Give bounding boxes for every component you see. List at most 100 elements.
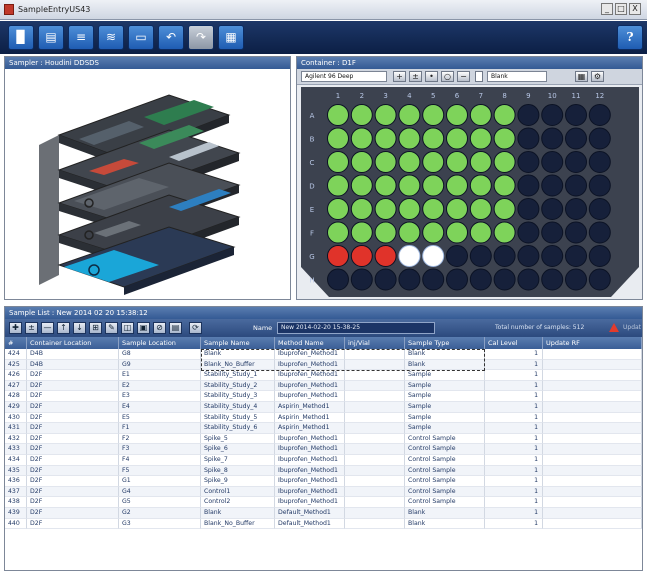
- plate-well-G1[interactable]: [327, 245, 349, 267]
- table-row[interactable]: 439 D2F G2 Blank Default_Method1 Blank 1: [5, 508, 642, 519]
- plate-well-C10[interactable]: [541, 151, 564, 173]
- plate-well-C4[interactable]: [398, 151, 421, 173]
- table-cell[interactable]: Ibuprofen_Method1: [275, 391, 345, 402]
- table-cell[interactable]: [345, 412, 405, 424]
- table-cell[interactable]: Aspirin_Method1: [275, 423, 345, 434]
- table-row[interactable]: 427 D2F E2 Stability_Study_2 Ibuprofen_Metho…: [5, 380, 642, 392]
- plate-well-C2[interactable]: [350, 151, 373, 173]
- column-header[interactable]: Method Name: [275, 337, 345, 349]
- plate-well-A4[interactable]: [398, 104, 421, 126]
- table-cell[interactable]: 434: [5, 455, 27, 466]
- table-cell[interactable]: 1: [485, 518, 543, 530]
- table-cell[interactable]: 436: [5, 476, 27, 487]
- table-cell[interactable]: G9: [119, 359, 201, 371]
- table-cell[interactable]: 437: [5, 486, 27, 498]
- plate-well-B12[interactable]: [588, 127, 611, 150]
- plate-well-C8[interactable]: [493, 151, 516, 173]
- table-cell[interactable]: D2F: [27, 380, 119, 392]
- table-icon[interactable]: ⊞: [89, 322, 102, 334]
- table-cell[interactable]: 1: [485, 476, 543, 487]
- table-cell[interactable]: 1: [485, 455, 543, 466]
- plate-well-E3[interactable]: [374, 198, 397, 220]
- table-cell[interactable]: Spike_6: [201, 444, 275, 455]
- plate-well-H1[interactable]: [327, 268, 349, 291]
- table-cell[interactable]: D2F: [27, 370, 119, 381]
- table-cell[interactable]: 432: [5, 433, 27, 445]
- print-icon[interactable]: ▭: [128, 25, 154, 50]
- column-header[interactable]: Cal Level: [485, 337, 543, 349]
- table-cell[interactable]: D2F: [27, 444, 119, 455]
- table-row[interactable]: 440 D2F G3 Blank_No_Buffer Default_Method1 Bl…: [5, 518, 642, 530]
- table-cell[interactable]: 1: [485, 465, 543, 477]
- plate-well-F3[interactable]: [374, 221, 397, 244]
- table-cell[interactable]: [345, 391, 405, 402]
- plate-well-F6[interactable]: [446, 221, 468, 244]
- plate-well-A11[interactable]: [565, 104, 587, 126]
- plate-well-G8[interactable]: [493, 245, 516, 267]
- table-cell[interactable]: 1: [485, 359, 543, 371]
- plate-well-C5[interactable]: [422, 151, 445, 173]
- plate-well-B1[interactable]: [327, 127, 349, 150]
- table-row[interactable]: 424 D4B G8 Blank Ibuprofen_Method1 Blank 1: [5, 349, 642, 360]
- add-icon[interactable]: +: [393, 71, 406, 82]
- new-file-icon[interactable]: ▉: [8, 25, 34, 50]
- plate-well-H2[interactable]: [350, 268, 373, 291]
- table-cell[interactable]: 431: [5, 423, 27, 434]
- table-cell[interactable]: D2F: [27, 518, 119, 530]
- table-cell[interactable]: 427: [5, 380, 27, 392]
- table-cell[interactable]: [543, 508, 642, 519]
- table-cell[interactable]: Control Sample: [405, 455, 485, 466]
- table-cell[interactable]: [543, 518, 642, 530]
- plate-well-C11[interactable]: [565, 151, 587, 173]
- plate-well-F5[interactable]: [422, 221, 445, 244]
- table-cell[interactable]: E1: [119, 370, 201, 381]
- plate-well-F7[interactable]: [469, 221, 492, 244]
- table-cell[interactable]: [345, 402, 405, 413]
- table-cell[interactable]: Ibuprofen_Method1: [275, 370, 345, 381]
- table-cell[interactable]: [543, 380, 642, 392]
- table-cell[interactable]: [543, 359, 642, 371]
- sample-sheet-icon[interactable]: ▦: [218, 25, 244, 50]
- plate-well-H10[interactable]: [541, 268, 564, 291]
- table-cell[interactable]: Ibuprofen_Method1: [275, 433, 345, 445]
- table-cell[interactable]: Sample: [405, 380, 485, 392]
- plate-well-F11[interactable]: [565, 221, 587, 244]
- table-row[interactable]: 435 D2F F5 Spike_8 Ibuprofen_Method1 Control …: [5, 465, 642, 477]
- column-header[interactable]: inj/Vial: [345, 337, 405, 349]
- table-cell[interactable]: 439: [5, 508, 27, 519]
- table-cell[interactable]: F1: [119, 423, 201, 434]
- minimize-button[interactable]: _: [601, 3, 613, 15]
- table-cell[interactable]: [345, 444, 405, 455]
- plate-well-B9[interactable]: [517, 127, 540, 150]
- undo-icon[interactable]: ↶: [158, 25, 184, 50]
- table-cell[interactable]: [543, 444, 642, 455]
- plate-well-H12[interactable]: [588, 268, 611, 291]
- table-cell[interactable]: E4: [119, 402, 201, 413]
- plate-well-C3[interactable]: [374, 151, 397, 173]
- refresh-icon[interactable]: ⟳: [189, 322, 202, 334]
- search-icon[interactable]: ○: [441, 71, 454, 82]
- plate-well-B11[interactable]: [565, 127, 587, 150]
- plate-type-select[interactable]: Agilent 96 Deep: [301, 71, 387, 82]
- table-cell[interactable]: Blank: [201, 508, 275, 519]
- table-cell[interactable]: E2: [119, 380, 201, 392]
- table-cell[interactable]: [543, 497, 642, 508]
- table-cell[interactable]: [543, 402, 642, 413]
- plate-well-D1[interactable]: [327, 174, 349, 197]
- table-cell[interactable]: D2F: [27, 402, 119, 413]
- table-cell[interactable]: 424: [5, 349, 27, 360]
- add-row-icon[interactable]: ✚: [9, 322, 22, 334]
- table-cell[interactable]: Spike_8: [201, 465, 275, 477]
- table-cell[interactable]: D2F: [27, 508, 119, 519]
- table-cell[interactable]: [345, 359, 405, 371]
- plate-well-B7[interactable]: [469, 127, 492, 150]
- plate-well-D11[interactable]: [565, 174, 587, 197]
- table-cell[interactable]: [345, 486, 405, 498]
- table-cell[interactable]: Ibuprofen_Method1: [275, 486, 345, 498]
- open-folder-icon[interactable]: ▤: [38, 25, 64, 50]
- plate-well-H3[interactable]: [374, 268, 397, 291]
- table-cell[interactable]: G8: [119, 349, 201, 360]
- table-cell[interactable]: Control1: [201, 486, 275, 498]
- table-cell[interactable]: [543, 423, 642, 434]
- fill-type-select[interactable]: Blank: [487, 71, 547, 82]
